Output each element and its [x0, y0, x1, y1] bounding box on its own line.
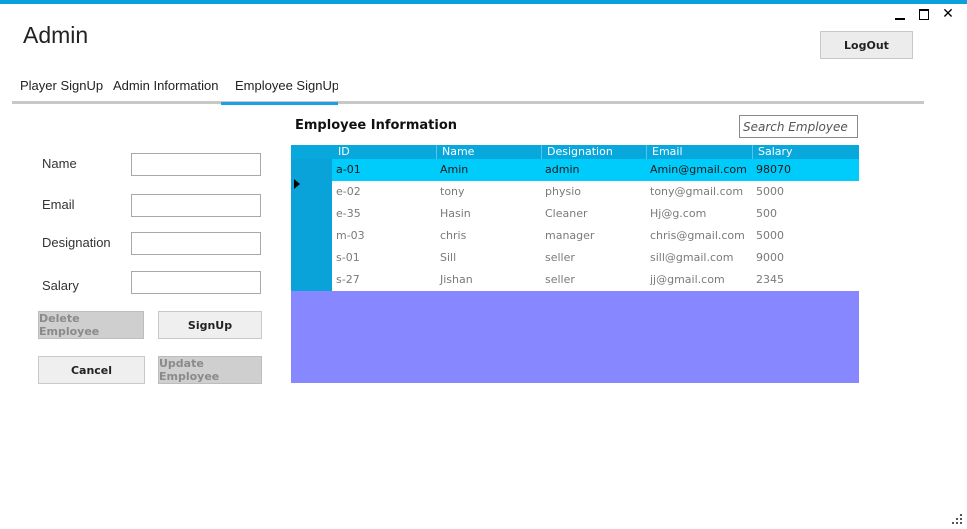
cell-salary[interactable]: 5000: [752, 181, 784, 203]
window-top-accent: [0, 0, 967, 4]
cell-email[interactable]: Hj@g.com: [646, 203, 706, 225]
cell-designation[interactable]: physio: [541, 181, 581, 203]
cell-id[interactable]: e-02: [332, 181, 361, 203]
cell-email[interactable]: Amin@gmail.com: [646, 159, 747, 181]
cell-id[interactable]: a-01: [332, 159, 361, 181]
table-row[interactable]: s-01 Sill seller sill@gmail.com 9000: [332, 247, 859, 269]
table-row[interactable]: a-01 Amin admin Amin@gmail.com 98070: [332, 159, 859, 181]
cancel-button[interactable]: Cancel: [38, 356, 145, 384]
salary-label: Salary: [42, 278, 79, 293]
tab-admin-information[interactable]: Admin Information: [113, 77, 221, 101]
tab-bar: Player SignUp Admin Information Employee…: [12, 74, 924, 105]
cell-id[interactable]: s-01: [332, 247, 360, 269]
cell-designation[interactable]: seller: [541, 269, 575, 291]
table-row[interactable]: s-27 Jishan seller jj@gmail.com 2345: [332, 269, 859, 291]
cell-salary[interactable]: 5000: [752, 225, 784, 247]
cell-name[interactable]: Jishan: [436, 269, 473, 291]
table-row[interactable]: m-03 chris manager chris@gmail.com 5000: [332, 225, 859, 247]
delete-employee-button[interactable]: Delete Employee: [38, 311, 144, 339]
column-header-email[interactable]: Email: [646, 145, 683, 159]
app-title: Admin: [23, 22, 89, 48]
column-header-salary[interactable]: Salary: [752, 145, 793, 159]
column-header-designation[interactable]: Designation: [541, 145, 613, 159]
cell-id[interactable]: m-03: [332, 225, 365, 247]
window-controls: ✕: [893, 7, 955, 21]
cell-email[interactable]: sill@gmail.com: [646, 247, 733, 269]
cell-designation[interactable]: admin: [541, 159, 579, 181]
email-field[interactable]: [131, 194, 261, 217]
cell-salary[interactable]: 98070: [752, 159, 791, 181]
employee-information-title: Employee Information: [295, 118, 458, 133]
close-icon[interactable]: ✕: [941, 7, 955, 21]
salary-field[interactable]: [131, 271, 261, 294]
cell-name[interactable]: Sill: [436, 247, 456, 269]
cell-email[interactable]: chris@gmail.com: [646, 225, 745, 247]
search-employee-input[interactable]: [739, 115, 858, 138]
resize-grip-icon[interactable]: [952, 514, 962, 524]
current-row-arrow-icon: [294, 179, 300, 189]
logout-button[interactable]: LogOut: [820, 31, 913, 59]
grid-header: ID Name Designation Email Salary: [291, 145, 859, 159]
tab-player-signup[interactable]: Player SignUp: [20, 77, 106, 101]
cell-designation[interactable]: seller: [541, 247, 575, 269]
cell-salary[interactable]: 9000: [752, 247, 784, 269]
row-header-column[interactable]: [291, 159, 332, 291]
email-label: Email: [42, 197, 75, 212]
table-row[interactable]: e-35 Hasin Cleaner Hj@g.com 500: [332, 203, 859, 225]
designation-field[interactable]: [131, 232, 261, 255]
cell-email[interactable]: jj@gmail.com: [646, 269, 725, 291]
table-row[interactable]: e-02 tony physio tony@gmail.com 5000: [332, 181, 859, 203]
designation-label: Designation: [42, 235, 111, 250]
cell-designation[interactable]: manager: [541, 225, 594, 247]
signup-button[interactable]: SignUp: [158, 311, 262, 339]
name-label: Name: [42, 156, 77, 171]
cell-designation[interactable]: Cleaner: [541, 203, 588, 225]
cell-email[interactable]: tony@gmail.com: [646, 181, 743, 203]
cell-name[interactable]: Amin: [436, 159, 468, 181]
cell-name[interactable]: chris: [436, 225, 466, 247]
tab-employee-signup[interactable]: Employee SignUp: [221, 77, 338, 105]
cell-name[interactable]: Hasin: [436, 203, 471, 225]
column-header-id[interactable]: ID: [332, 145, 350, 159]
minimize-icon[interactable]: [893, 7, 907, 21]
employee-grid[interactable]: ID Name Designation Email Salary a-01 Am…: [291, 145, 859, 383]
cell-salary[interactable]: 500: [752, 203, 777, 225]
cell-salary[interactable]: 2345: [752, 269, 784, 291]
cell-name[interactable]: tony: [436, 181, 465, 203]
cell-id[interactable]: e-35: [332, 203, 361, 225]
update-employee-button[interactable]: Update Employee: [158, 356, 262, 384]
name-field[interactable]: [131, 153, 261, 176]
cell-id[interactable]: s-27: [332, 269, 360, 291]
maximize-icon[interactable]: [917, 7, 931, 21]
column-header-name[interactable]: Name: [436, 145, 474, 159]
